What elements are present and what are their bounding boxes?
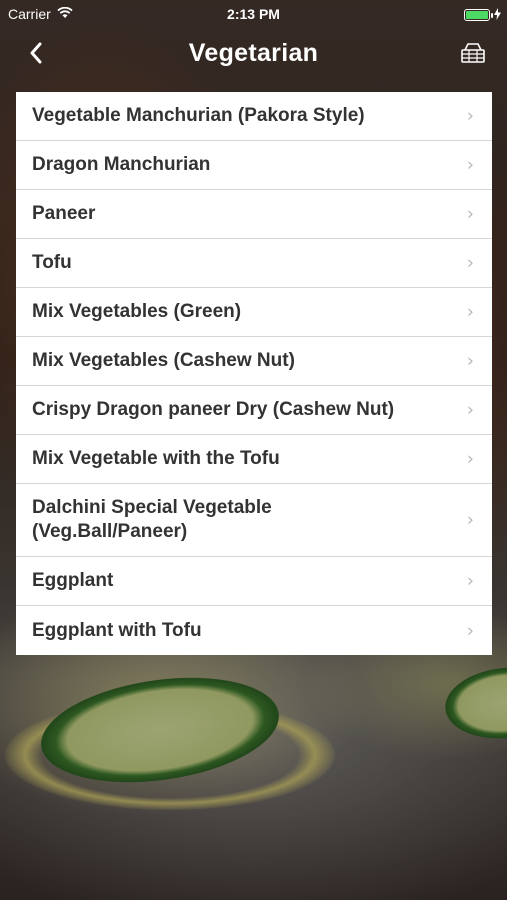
status-time: 2:13 PM [227, 6, 280, 22]
status-bar: Carrier 2:13 PM [0, 0, 507, 28]
list-item[interactable]: Eggplant › [16, 557, 492, 606]
list-item-label: Dalchini Special Vegetable (Veg.Ball/Pan… [32, 497, 272, 542]
list-item[interactable]: Crispy Dragon paneer Dry (Cashew Nut) › [16, 386, 492, 435]
cart-icon [460, 42, 486, 69]
list-item[interactable]: Mix Vegetable with the Tofu › [16, 435, 492, 484]
navigation-bar: Vegetarian [0, 28, 507, 82]
list-item-label: Mix Vegetable with the Tofu [32, 448, 280, 469]
list-item-label: Mix Vegetables (Green) [32, 301, 242, 322]
chevron-right-icon: › [466, 350, 474, 372]
list-item-label: Paneer [32, 203, 96, 224]
list-item-label: Vegetable Manchurian (Pakora Style) [32, 105, 365, 126]
menu-list: Vegetable Manchurian (Pakora Style) › Dr… [16, 92, 492, 655]
chevron-right-icon: › [466, 570, 474, 592]
list-item[interactable]: Tofu › [16, 239, 492, 288]
status-right [464, 7, 501, 23]
chevron-right-icon: › [466, 105, 474, 127]
chevron-right-icon: › [466, 203, 474, 225]
cart-button[interactable] [457, 40, 489, 70]
chevron-right-icon: › [466, 154, 474, 176]
list-item[interactable]: Mix Vegetables (Green) › [16, 288, 492, 337]
list-item[interactable]: Mix Vegetables (Cashew Nut) › [16, 337, 492, 386]
list-item[interactable]: Dragon Manchurian › [16, 141, 492, 190]
list-item-label: Crispy Dragon paneer Dry (Cashew Nut) [32, 399, 395, 420]
list-item-label: Mix Vegetables (Cashew Nut) [32, 350, 295, 371]
list-item[interactable]: Vegetable Manchurian (Pakora Style) › [16, 92, 492, 141]
list-item-label: Tofu [32, 252, 72, 273]
chevron-right-icon: › [466, 448, 474, 470]
battery-icon [464, 9, 493, 21]
chevron-right-icon: › [466, 301, 474, 323]
page-title: Vegetarian [188, 39, 319, 67]
chevron-right-icon: › [466, 252, 474, 274]
charging-icon [494, 7, 501, 23]
list-item-label: Eggplant [32, 570, 114, 591]
list-item-label: Eggplant with Tofu [32, 619, 202, 641]
chevron-right-icon: › [466, 509, 474, 531]
chevron-right-icon: › [466, 399, 474, 421]
list-item[interactable]: Dalchini Special Vegetable (Veg.Ball/Pan… [16, 484, 492, 557]
chevron-right-icon: › [466, 620, 474, 641]
list-item[interactable]: Paneer › [16, 190, 492, 239]
list-item[interactable]: Eggplant with Tofu › [16, 606, 492, 655]
list-item-label: Dragon Manchurian [32, 154, 211, 175]
